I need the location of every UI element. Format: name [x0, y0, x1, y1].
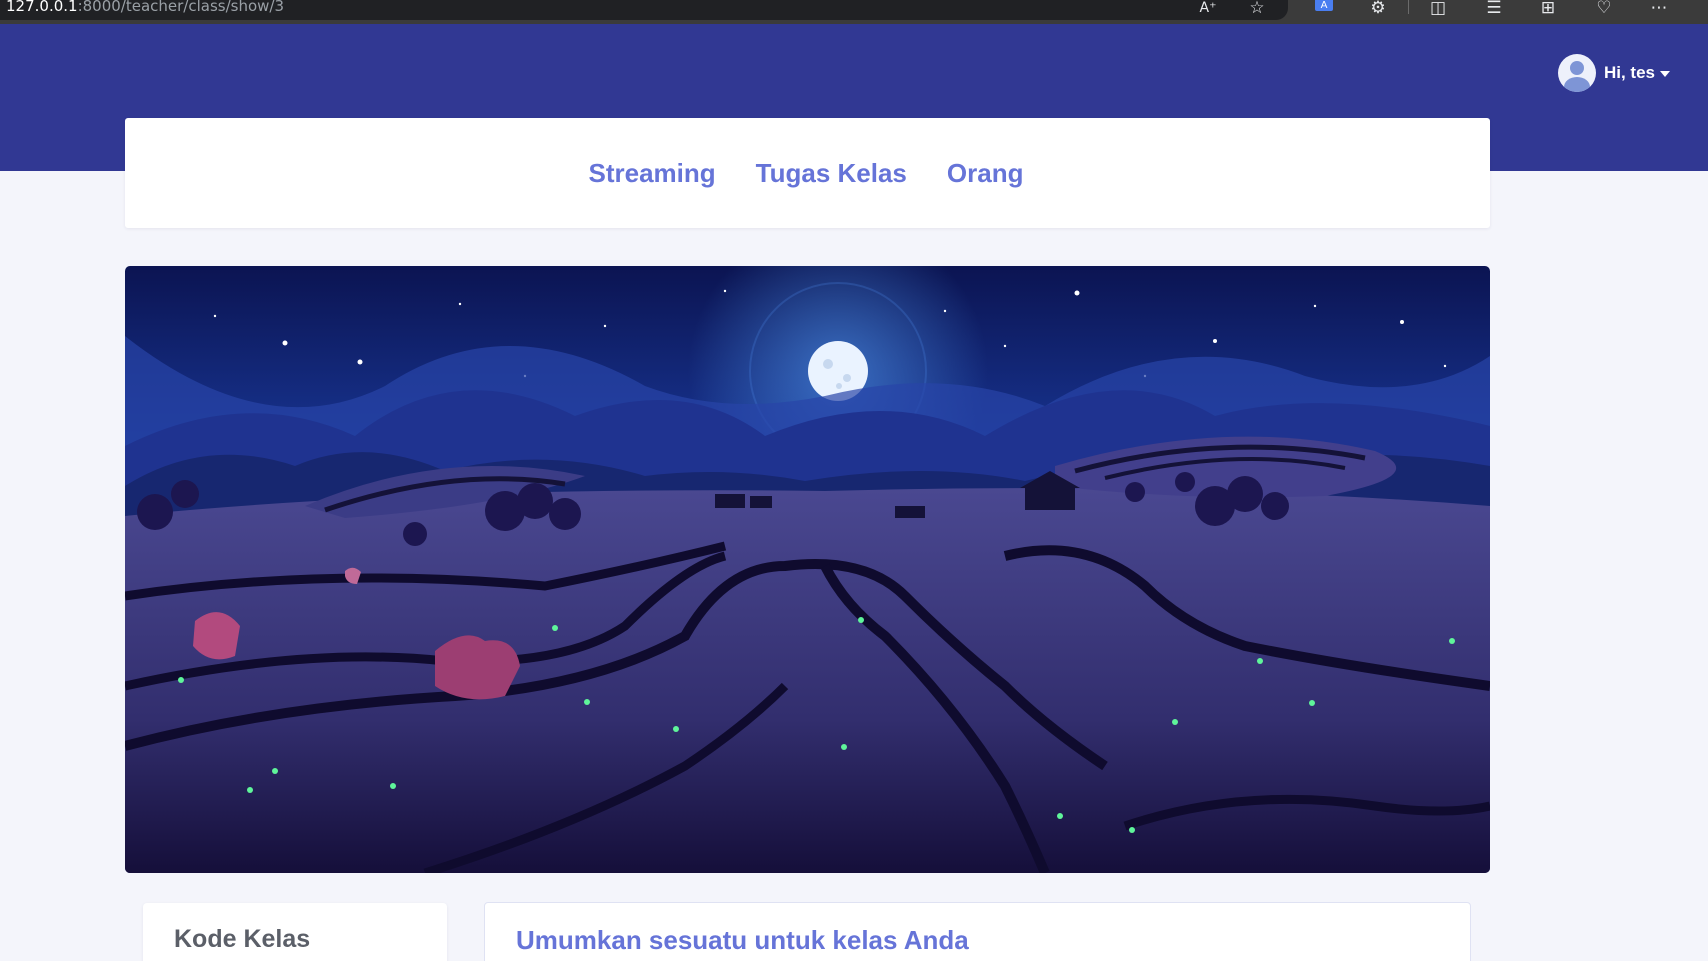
address-bar-url[interactable]: 127.0.0.1:8000/teacher/class/show/3 [6, 0, 284, 15]
class-code-title: Kode Kelas [174, 925, 311, 953]
more-icon[interactable]: ⋯ [1645, 0, 1673, 19]
chevron-down-icon [1660, 71, 1670, 77]
class-banner-image [125, 266, 1490, 873]
performance-icon[interactable]: ♡ [1590, 0, 1618, 19]
read-aloud-icon[interactable]: A⁺ [1194, 0, 1222, 19]
toolbar-divider [1408, 0, 1409, 14]
split-screen-icon[interactable]: ◫ [1424, 0, 1452, 19]
url-host: 127.0.0.1 [6, 0, 78, 15]
favorites-list-icon[interactable]: ☰ [1480, 0, 1508, 19]
class-code-card: Kode Kelas [143, 903, 447, 961]
url-path: :8000/teacher/class/show/3 [77, 0, 285, 15]
collections-icon[interactable]: ⊞ [1534, 0, 1562, 19]
svg-text:A: A [1321, 0, 1328, 11]
user-greeting: Hi, tes [1603, 63, 1655, 82]
favorite-star-icon[interactable]: ☆ [1243, 0, 1271, 19]
extensions-icon[interactable]: ⚙ [1364, 0, 1392, 19]
tab-tugas-kelas[interactable]: Tugas Kelas [756, 158, 907, 189]
translate-icon[interactable]: A [1310, 0, 1338, 19]
user-avatar-icon [1557, 54, 1596, 92]
browser-toolbar: 127.0.0.1:8000/teacher/class/show/3 A⁺ ☆… [0, 0, 1708, 24]
tab-orang[interactable]: Orang [947, 158, 1024, 189]
address-bar[interactable]: 127.0.0.1:8000/teacher/class/show/3 A⁺ ☆ [0, 0, 1288, 20]
class-nav: Streaming Tugas Kelas Orang [125, 118, 1490, 228]
announcement-composer[interactable]: Umumkan sesuatu untuk kelas Anda [484, 902, 1471, 961]
tab-streaming[interactable]: Streaming [589, 158, 716, 189]
user-menu-dropdown[interactable]: Hi, tes [1557, 54, 1670, 92]
announcement-prompt[interactable]: Umumkan sesuatu untuk kelas Anda [516, 925, 1439, 956]
